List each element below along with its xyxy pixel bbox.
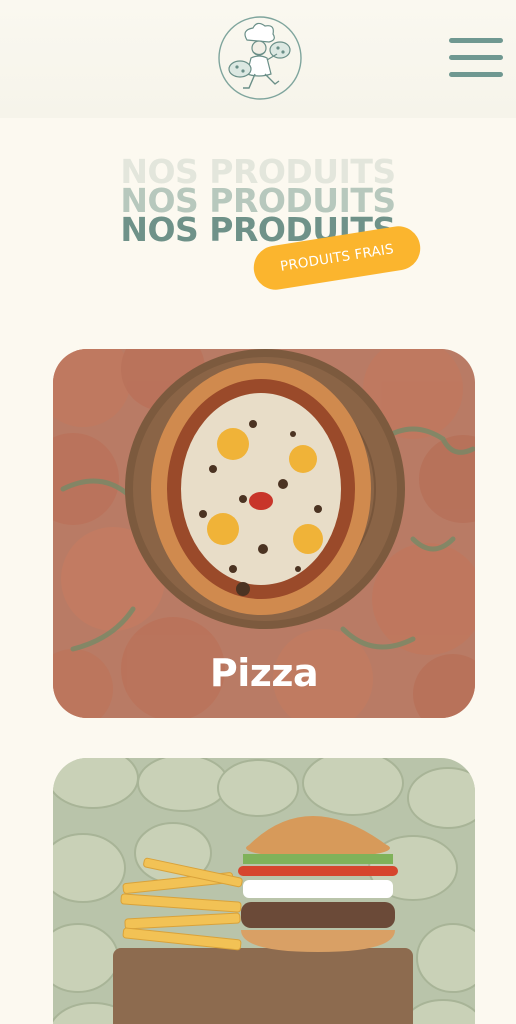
product-card-burger[interactable] <box>53 758 475 1024</box>
menu-bar <box>449 72 503 77</box>
section-title: NOS PRODUITS NOS PRODUITS NOS PRODUITS <box>0 144 516 254</box>
hamburger-menu-icon[interactable] <box>449 38 503 80</box>
product-label: Pizza <box>209 651 319 695</box>
chef-mascot-logo-icon[interactable] <box>217 14 303 102</box>
page-title: NOS PRODUITS <box>120 210 396 249</box>
product-card-pizza[interactable]: Pizza <box>53 349 475 718</box>
menu-bar <box>449 38 503 43</box>
menu-bar <box>449 55 503 60</box>
potatoes-background-image <box>53 758 475 1024</box>
site-header <box>0 0 516 118</box>
